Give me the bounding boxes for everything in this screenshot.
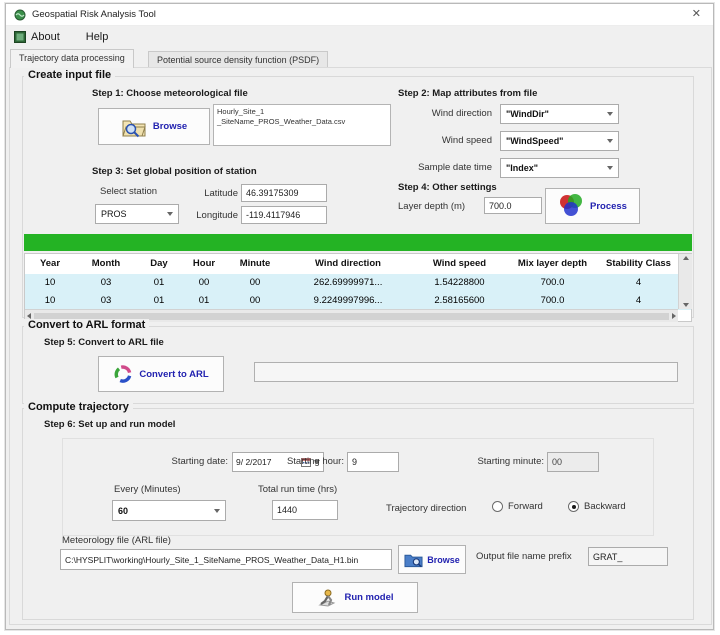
- col-day: Day: [137, 254, 181, 274]
- layer-depth-label: Layer depth (m): [398, 199, 465, 215]
- wind-speed-value: "WindSpeed": [506, 136, 607, 146]
- wind-speed-label: Wind speed: [362, 131, 492, 151]
- layer-depth-field[interactable]: 700.0: [484, 197, 542, 214]
- longitude-field[interactable]: -119.4117946: [241, 206, 327, 224]
- output-prefix-field[interactable]: GRAT_: [588, 547, 668, 566]
- browse-button-label: Browse: [153, 121, 187, 132]
- title-bar: Geospatial Risk Analysis Tool ✕: [6, 4, 713, 26]
- col-wind-speed: Wind speed: [413, 254, 506, 274]
- convert-button-label: Convert to ARL: [139, 369, 208, 380]
- table-row[interactable]: 10 03 01 00 00 262.69999971... 1.5422880…: [25, 274, 691, 292]
- every-minutes-label: Every (Minutes): [114, 484, 181, 495]
- wind-direction-value: "WindDir": [506, 109, 607, 119]
- station-select[interactable]: PROS: [95, 204, 179, 224]
- sample-date-time-label: Sample date time: [362, 158, 492, 178]
- starting-minute-label: Starting minute:: [446, 452, 544, 472]
- close-button[interactable]: ✕: [692, 7, 701, 20]
- select-station-label: Select station: [100, 186, 157, 197]
- longitude-label: Longitude: [184, 207, 238, 225]
- chevron-down-icon: [607, 112, 613, 116]
- every-minutes-select[interactable]: 60: [112, 500, 226, 521]
- process-progress-bar: [24, 234, 692, 251]
- trajectory-direction-label: Trajectory direction: [386, 503, 466, 514]
- process-button-label: Process: [590, 201, 627, 212]
- latitude-label: Latitude: [186, 185, 238, 203]
- step5-title: Step 5: Convert to ARL file: [44, 337, 164, 348]
- total-run-time-label: Total run time (hrs): [258, 484, 337, 495]
- process-button[interactable]: Process: [545, 188, 640, 224]
- chevron-down-icon: [214, 509, 220, 513]
- convert-progress-bar: [254, 362, 678, 382]
- chevron-down-icon: [167, 212, 173, 216]
- weather-data-table: Year Month Day Hour Minute Wind directio…: [24, 253, 692, 322]
- forward-radio-label: Forward: [508, 501, 543, 512]
- col-year: Year: [25, 254, 75, 274]
- run-model-label: Run model: [344, 592, 393, 603]
- scroll-up-icon[interactable]: [683, 256, 689, 260]
- output-prefix-label: Output file name prefix: [476, 551, 572, 562]
- met-file-label: Meteorology file (ARL file): [62, 535, 171, 546]
- runner-icon: [316, 587, 338, 609]
- col-month: Month: [75, 254, 137, 274]
- sample-date-time-value: "Index": [506, 163, 607, 173]
- step2-title: Step 2: Map attributes from file: [398, 88, 537, 99]
- folder-search-icon: [121, 116, 147, 138]
- backward-radio[interactable]: Backward: [568, 501, 626, 512]
- latitude-field[interactable]: 46.39175309: [241, 184, 327, 202]
- col-stability-class: Stability Class: [599, 254, 678, 274]
- radio-checked-icon[interactable]: [568, 501, 579, 512]
- blue-folder-search-icon: [404, 552, 423, 568]
- run-model-button[interactable]: Run model: [292, 582, 418, 613]
- radio-unchecked-icon[interactable]: [492, 501, 503, 512]
- arl-browse-button[interactable]: Browse: [398, 545, 466, 574]
- wind-direction-label: Wind direction: [362, 104, 492, 124]
- table-vertical-scrollbar[interactable]: [678, 254, 692, 309]
- every-minutes-value: 60: [118, 506, 214, 516]
- about-icon: [14, 31, 26, 43]
- rgb-circles-icon: [558, 193, 584, 219]
- chevron-down-icon: [607, 139, 613, 143]
- window-title: Geospatial Risk Analysis Tool: [32, 9, 156, 20]
- tab-strip: Trajectory data processing Potential sou…: [6, 48, 713, 67]
- create-input-heading: Create input file: [24, 69, 115, 81]
- col-minute: Minute: [227, 254, 283, 274]
- app-icon: [14, 9, 26, 21]
- wind-direction-select[interactable]: "WindDir": [500, 104, 619, 124]
- arl-browse-label: Browse: [427, 555, 460, 565]
- step4-title: Step 4: Other settings: [398, 182, 497, 193]
- starting-minute-field[interactable]: 00: [547, 452, 599, 472]
- col-mix-layer-depth: Mix layer depth: [506, 254, 599, 274]
- wind-speed-select[interactable]: "WindSpeed": [500, 131, 619, 151]
- backward-radio-label: Backward: [584, 501, 626, 512]
- menu-bar: About Help: [6, 26, 713, 48]
- starting-hour-label: Starting hour:: [256, 452, 344, 472]
- step1-browse-button[interactable]: Browse: [98, 108, 210, 145]
- trajectory-heading: Compute trajectory: [24, 401, 133, 413]
- table-header-row[interactable]: Year Month Day Hour Minute Wind directio…: [25, 254, 691, 274]
- step3-title: Step 3: Set global position of station: [92, 166, 257, 177]
- app-window: Geospatial Risk Analysis Tool ✕ About He…: [5, 3, 714, 630]
- met-file-field[interactable]: C:\HYSPLIT\working\Hourly_Site_1_SiteNam…: [60, 549, 392, 570]
- starting-date-label: Starting date:: [126, 452, 228, 472]
- step6-title: Step 6: Set up and run model: [44, 419, 175, 430]
- sample-date-time-select[interactable]: "Index": [500, 158, 619, 178]
- total-run-time-field[interactable]: 1440: [272, 500, 338, 520]
- station-value: PROS: [101, 209, 167, 219]
- tab-psdf[interactable]: Potential source density function (PSDF): [148, 51, 328, 68]
- scroll-down-icon[interactable]: [683, 303, 689, 307]
- col-wind-direction: Wind direction: [283, 254, 413, 274]
- menu-about[interactable]: About: [31, 31, 60, 43]
- table-row[interactable]: 10 03 01 01 00 9.2249997996... 2.5816560…: [25, 292, 691, 310]
- color-cycle-icon: [113, 364, 133, 384]
- step1-title: Step 1: Choose meteorological file: [92, 88, 248, 99]
- col-hour: Hour: [181, 254, 227, 274]
- convert-to-arl-button[interactable]: Convert to ARL: [98, 356, 224, 392]
- forward-radio[interactable]: Forward: [492, 501, 543, 512]
- menu-help[interactable]: Help: [86, 31, 109, 43]
- convert-heading: Convert to ARL format: [24, 319, 149, 331]
- starting-hour-field[interactable]: 9: [347, 452, 399, 472]
- tab-trajectory-data-processing[interactable]: Trajectory data processing: [10, 49, 134, 68]
- chevron-down-icon: [607, 166, 613, 170]
- scroll-right-icon[interactable]: [672, 313, 676, 319]
